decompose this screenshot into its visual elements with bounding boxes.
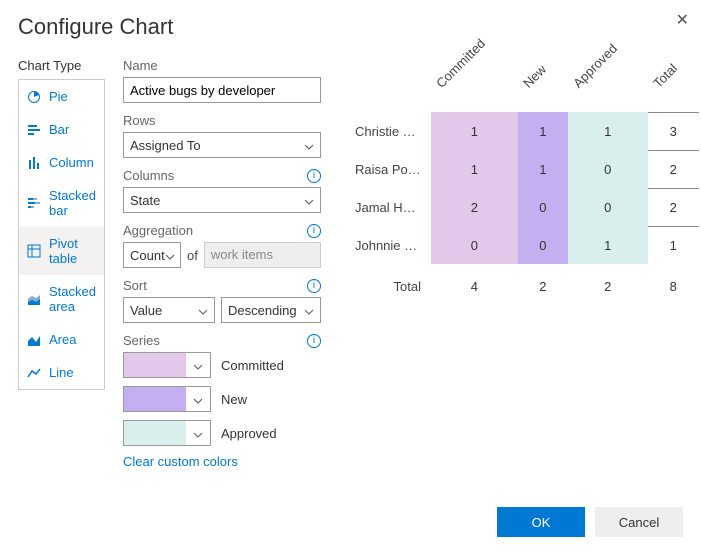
chart-type-list: Pie Bar Column Stacked bar Pivot table [18, 79, 105, 390]
series-item-approved: Approved [123, 420, 321, 446]
line-icon [27, 366, 41, 380]
chart-type-column[interactable]: Column [19, 146, 104, 179]
column-icon [27, 156, 41, 170]
pivot-table-icon [27, 244, 41, 258]
row-header: Raisa Pokro... [345, 150, 431, 188]
columns-select[interactable]: State [123, 187, 321, 213]
color-swatch [124, 421, 186, 445]
chart-type-stacked-bar[interactable]: Stacked bar [19, 179, 104, 227]
table-row: Johnnie McL... 0 0 1 1 [345, 226, 699, 264]
table-row: Jamal Hartn... 2 0 0 2 [345, 188, 699, 226]
chevron-down-icon [198, 305, 208, 315]
sort-direction-value: Descending [228, 303, 297, 318]
chevron-down-icon [193, 428, 203, 438]
chevron-down-icon [193, 360, 203, 370]
row-header: Christie Ch... [345, 112, 431, 150]
chart-type-line[interactable]: Line [19, 356, 104, 389]
columns-value: State [130, 193, 160, 208]
color-swatch [124, 387, 186, 411]
close-icon[interactable]: ✕ [676, 10, 689, 30]
color-picker-new[interactable] [123, 386, 211, 412]
stacked-bar-icon [27, 196, 41, 210]
aggregation-select[interactable]: Count [123, 242, 181, 268]
cancel-button[interactable]: Cancel [595, 507, 683, 537]
sort-direction-select[interactable]: Descending [221, 297, 321, 323]
rows-select[interactable]: Assigned To [123, 132, 321, 158]
sort-by-value: Value [130, 303, 162, 318]
sort-by-select[interactable]: Value [123, 297, 215, 323]
name-label: Name [123, 58, 158, 73]
info-icon[interactable]: i [307, 169, 321, 183]
sort-label: Sort [123, 278, 147, 293]
rows-value: Assigned To [130, 138, 201, 153]
chevron-down-icon [304, 305, 314, 315]
table-total-row: Total 4 2 2 8 [345, 264, 699, 298]
chart-type-label-text: Column [49, 155, 94, 170]
chart-type-label-text: Pie [49, 89, 68, 104]
chevron-down-icon [165, 250, 175, 260]
series-item-new: New [123, 386, 321, 412]
chart-type-label-text: Pivot table [49, 236, 96, 266]
table-row: Christie Ch... 1 1 1 3 [345, 112, 699, 150]
chart-type-label-text: Bar [49, 122, 69, 137]
aggregation-label: Aggregation [123, 223, 193, 238]
chart-type-stacked-area[interactable]: Stacked area [19, 275, 104, 323]
chart-type-area[interactable]: Area [19, 323, 104, 356]
chevron-down-icon [304, 140, 314, 150]
row-header: Jamal Hartn... [345, 188, 431, 226]
chart-type-label-text: Stacked area [49, 284, 96, 314]
chevron-down-icon [193, 394, 203, 404]
column-header: Total [612, 40, 684, 112]
info-icon[interactable]: i [307, 279, 321, 293]
columns-label: Columns [123, 168, 174, 183]
series-name: Committed [221, 358, 284, 373]
ok-button[interactable]: OK [497, 507, 585, 537]
chart-type-label-text: Stacked bar [49, 188, 96, 218]
series-label: Series [123, 333, 160, 348]
color-swatch [124, 353, 186, 377]
pivot-table-preview: Committed New Approved Total Christie Ch… [345, 62, 699, 298]
series-name: New [221, 392, 247, 407]
chart-type-label-text: Area [49, 332, 76, 347]
color-picker-committed[interactable] [123, 352, 211, 378]
series-item-committed: Committed [123, 352, 321, 378]
aggregation-value: Count [130, 248, 165, 263]
row-header-total: Total [345, 264, 431, 298]
bar-icon [27, 123, 41, 137]
aggregation-unit: work items [204, 242, 321, 268]
chart-type-pie[interactable]: Pie [19, 80, 104, 113]
clear-custom-colors-link[interactable]: Clear custom colors [123, 454, 321, 469]
color-picker-approved[interactable] [123, 420, 211, 446]
series-name: Approved [221, 426, 277, 441]
table-row: Raisa Pokro... 1 1 0 2 [345, 150, 699, 188]
pie-icon [27, 90, 41, 104]
name-input[interactable] [123, 77, 321, 103]
chevron-down-icon [304, 195, 314, 205]
chart-type-label-text: Line [49, 365, 74, 380]
aggregation-of-text: of [187, 248, 198, 263]
info-icon[interactable]: i [307, 334, 321, 348]
rows-label: Rows [123, 113, 156, 128]
row-header: Johnnie McL... [345, 226, 431, 264]
stacked-area-icon [27, 292, 41, 306]
area-icon [27, 333, 41, 347]
chart-type-bar[interactable]: Bar [19, 113, 104, 146]
chart-type-label: Chart Type [18, 58, 105, 73]
info-icon[interactable]: i [307, 224, 321, 238]
chart-type-pivot-table[interactable]: Pivot table [19, 227, 104, 275]
